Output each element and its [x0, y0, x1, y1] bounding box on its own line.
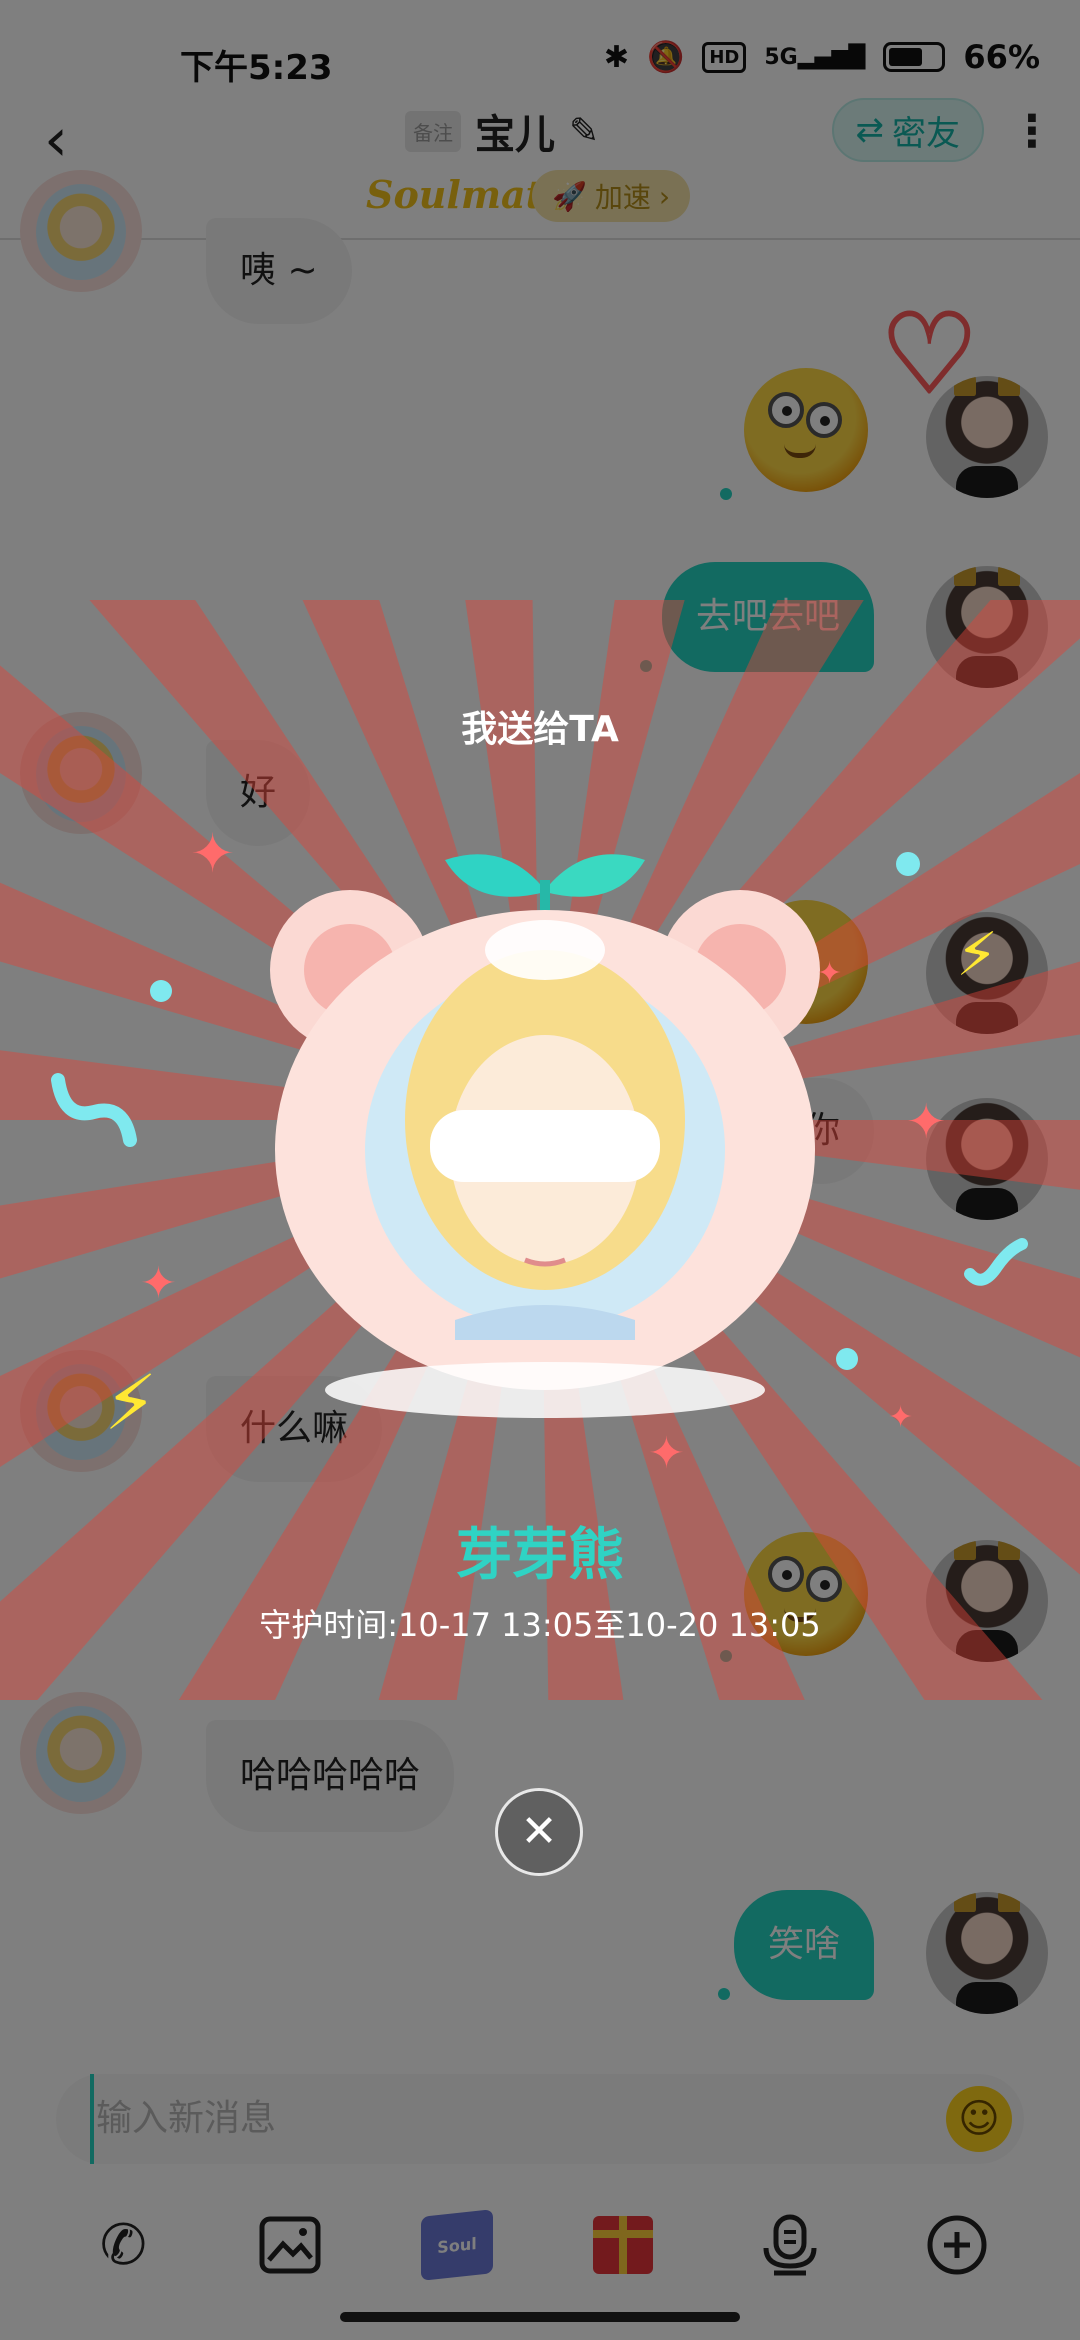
close-overlay-button[interactable]: ✕ [495, 1788, 583, 1876]
gift-name: 芽芽熊 [456, 1523, 624, 1588]
sparkle-icon: ✦ [140, 1258, 177, 1309]
gift-overlay-title: 我送给TA [461, 709, 619, 750]
sparkle-icon: ✦ [817, 956, 843, 991]
guard-period: 守护时间:10-17 13:05至10-20 13:05 [259, 1606, 821, 1644]
gift-overlay[interactable]: 我送给TA ✦ ✦ ✦ ✦ ✦ ✦ ⚡ ⚡ 芽芽熊 守护时间:10-17 13:… [0, 0, 1080, 2340]
bear-avatar-frame [270, 854, 820, 1418]
lightning-icon: ⚡ [104, 1358, 158, 1447]
bubble-dot [836, 1348, 858, 1370]
lightning-icon: ⚡ [956, 920, 999, 990]
sparkle-icon: ✦ [190, 822, 236, 885]
sparkle-icon: ✦ [648, 1428, 685, 1479]
squiggle-icon [51, 1073, 137, 1147]
bubble-dot [150, 980, 172, 1002]
close-icon: ✕ [520, 1806, 558, 1857]
sparkle-icon: ✦ [906, 1094, 947, 1150]
bubble-dot [896, 852, 920, 876]
sparkle-icon: ✦ [888, 1400, 914, 1435]
squiggle-icon [964, 1238, 1028, 1286]
